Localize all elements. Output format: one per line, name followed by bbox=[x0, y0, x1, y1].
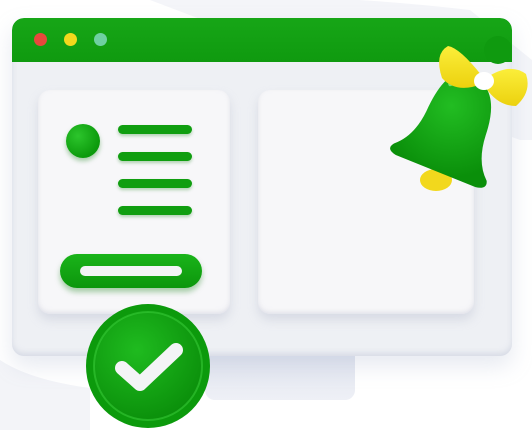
avatar bbox=[66, 124, 100, 158]
maximize-dot[interactable] bbox=[94, 33, 107, 46]
action-button[interactable] bbox=[60, 254, 202, 288]
minimize-dot[interactable] bbox=[64, 33, 77, 46]
text-line-placeholder bbox=[118, 179, 192, 188]
text-line-placeholder bbox=[118, 125, 192, 134]
bell-icon bbox=[386, 34, 532, 204]
profile-card bbox=[38, 90, 230, 314]
checkmark-icon bbox=[84, 302, 212, 430]
illustration bbox=[0, 0, 532, 430]
close-dot[interactable] bbox=[34, 33, 47, 46]
button-label-placeholder bbox=[80, 266, 182, 276]
text-line-placeholder bbox=[118, 152, 192, 161]
text-line-placeholder bbox=[118, 206, 192, 215]
